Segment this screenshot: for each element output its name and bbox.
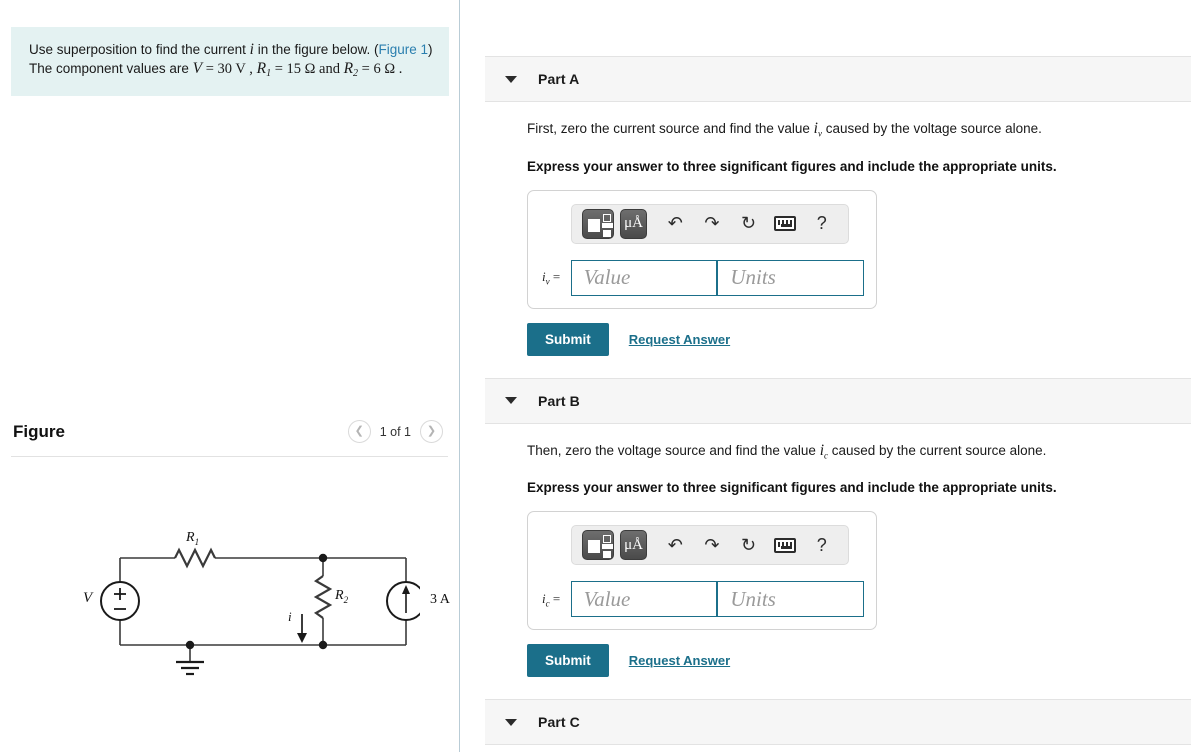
submit-row-b: Submit Request Answer <box>527 644 1191 678</box>
answer-label-a: iv = <box>542 268 561 287</box>
part-section-c: Part C Finally, add the results algebrai… <box>460 699 1191 752</box>
request-answer-link-a[interactable]: Request Answer <box>629 332 730 347</box>
value-input-a[interactable]: Value <box>570 259 718 296</box>
chevron-down-icon[interactable] <box>505 397 517 405</box>
problem-val-V: = 30 V , <box>202 61 253 77</box>
problem-text-1b: in the figure below. ( <box>253 42 379 57</box>
problem-var-V: V <box>192 60 203 77</box>
answer-input-row-b: ic = Value Units <box>540 581 864 618</box>
problem-text-1a: Use superposition to find the current <box>29 42 250 57</box>
node-dot-ground <box>185 640 195 650</box>
page-root: Use superposition to find the current i … <box>0 0 1191 752</box>
units-icon[interactable]: μÅ <box>620 208 647 239</box>
part-prompt-a: First, zero the current source and find … <box>527 120 1042 139</box>
answer-box-a: μÅ ↶ ↷ ↻ ? iv = Value Units <box>527 189 877 309</box>
units-icon[interactable]: μÅ <box>620 530 647 561</box>
figure-page-label: 1 of 1 <box>379 424 411 439</box>
figure-divider <box>11 456 448 457</box>
part-instruction-b: Express your answer to three significant… <box>527 480 1057 496</box>
problem-var-R2: R <box>343 60 354 77</box>
ground-symbol <box>176 660 204 676</box>
part-header-c[interactable]: Part C <box>485 699 1191 746</box>
math-template-icon[interactable] <box>582 208 615 239</box>
keyboard-icon[interactable] <box>772 531 799 559</box>
figure-1-link[interactable]: Figure 1 <box>379 42 429 57</box>
current-source-symbol <box>386 581 426 621</box>
submit-button-a[interactable]: Submit <box>527 322 609 356</box>
value-input-b[interactable]: Value <box>570 581 718 618</box>
undo-arrow-icon[interactable]: ↶ <box>662 210 689 238</box>
chevron-down-icon[interactable] <box>505 75 517 83</box>
reset-circular-arrow-icon[interactable]: ↻ <box>735 210 762 238</box>
submit-row-a: Submit Request Answer <box>527 322 1191 356</box>
reset-circular-arrow-icon[interactable]: ↻ <box>735 531 762 559</box>
part-section-a: Part A First, zero the current source an… <box>460 56 1191 356</box>
answer-box-b: μÅ ↶ ↷ ↻ ? ic = Value Units <box>527 511 877 631</box>
part-body-b: Then, zero the voltage source and find t… <box>460 424 1191 678</box>
help-icon[interactable]: ? <box>808 210 835 238</box>
part-section-b: Part B Then, zero the voltage source and… <box>460 377 1191 678</box>
problem-text-2a: The component values are <box>29 61 193 76</box>
redo-arrow-icon[interactable]: ↷ <box>699 531 726 559</box>
node-dot-bottom <box>318 640 328 650</box>
part-body-c: Finally, add the results algebraically. … <box>460 745 1191 752</box>
node-dot-top <box>318 553 328 563</box>
problem-line-1: Use superposition to find the current i … <box>29 40 433 59</box>
answer-input-row-a: iv = Value Units <box>540 259 864 296</box>
units-input-a[interactable]: Units <box>717 259 864 296</box>
part-header-b[interactable]: Part B <box>485 377 1191 424</box>
request-answer-link-b[interactable]: Request Answer <box>629 653 730 668</box>
keyboard-icon[interactable] <box>772 210 799 238</box>
part-header-a[interactable]: Part A <box>485 56 1191 102</box>
figure-title: Figure <box>13 422 65 441</box>
chevron-down-icon[interactable] <box>505 718 517 726</box>
problem-text-1c: ) <box>428 42 433 57</box>
problem-line-2: The component values are V = 30 V , R1 =… <box>29 59 431 83</box>
part-instruction-a: Express your answer to three significant… <box>527 158 1057 174</box>
figure-header: Figure ❮ 1 of 1 ❯ <box>11 420 449 456</box>
part-prompt-b: Then, zero the voltage source and find t… <box>527 441 1047 461</box>
submit-button-b[interactable]: Submit <box>527 644 609 678</box>
problem-val-R1: = 15 Ω and <box>271 61 344 77</box>
answer-label-b: ic = <box>542 590 561 609</box>
part-title-a: Part A <box>538 71 580 87</box>
left-panel: Use superposition to find the current i … <box>0 0 460 752</box>
problem-var-R1: R <box>256 60 267 77</box>
right-panel: Part A First, zero the current source an… <box>460 0 1191 752</box>
problem-statement: Use superposition to find the current i … <box>11 27 449 96</box>
part-title-b: Part B <box>538 392 580 409</box>
part-body-a: First, zero the current source and find … <box>460 102 1191 356</box>
figure-pager: ❮ 1 of 1 ❯ <box>347 420 443 443</box>
circuit-label-current-source: 3 A <box>430 592 450 607</box>
chevron-left-icon[interactable]: ❮ <box>347 420 371 443</box>
undo-arrow-icon[interactable]: ↶ <box>662 531 689 559</box>
problem-val-R2: = 6 Ω . <box>358 61 403 77</box>
math-template-icon[interactable] <box>582 530 615 561</box>
part-title-c: Part C <box>538 714 580 731</box>
redo-arrow-icon[interactable]: ↷ <box>699 210 726 238</box>
voltage-source-symbol <box>100 581 140 621</box>
math-toolbar-b: μÅ ↶ ↷ ↻ ? <box>571 525 849 566</box>
chevron-right-icon[interactable]: ❯ <box>420 420 443 443</box>
current-arrow-i <box>297 614 307 643</box>
circuit-diagram: V R1 R2 i 3 A <box>60 510 450 695</box>
units-input-b[interactable]: Units <box>717 581 864 618</box>
math-toolbar-a: μÅ ↶ ↷ ↻ ? <box>571 203 849 244</box>
circuit-svg <box>100 547 426 676</box>
help-icon[interactable]: ? <box>808 531 835 559</box>
